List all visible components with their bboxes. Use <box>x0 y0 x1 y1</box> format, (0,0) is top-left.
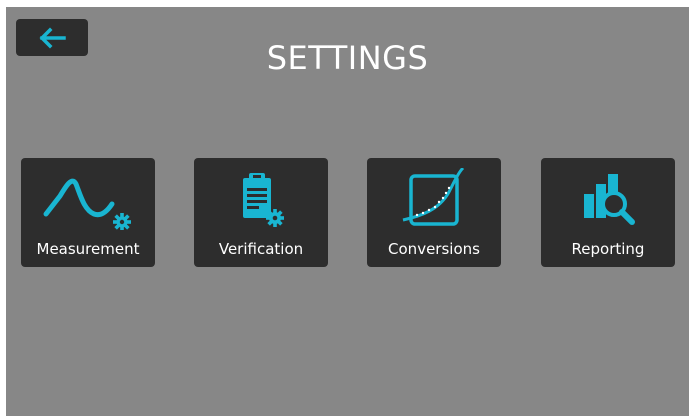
conversions-label: Conversions <box>388 240 480 258</box>
measurement-tile[interactable]: Measurement <box>21 158 155 267</box>
measurement-icon <box>21 168 155 232</box>
reporting-icon <box>541 168 675 232</box>
settings-screen: SETTINGS Measurement Verification Conver… <box>6 7 689 416</box>
conversions-icon <box>367 168 501 232</box>
page-title: SETTINGS <box>266 39 429 77</box>
verification-tile[interactable]: Verification <box>194 158 328 267</box>
verification-icon <box>194 168 328 232</box>
verification-label: Verification <box>218 240 304 258</box>
conversions-tile[interactable]: Conversions <box>367 158 501 267</box>
measurement-label: Measurement <box>36 240 140 258</box>
reporting-label: Reporting <box>571 240 645 258</box>
reporting-tile[interactable]: Reporting <box>541 158 675 267</box>
